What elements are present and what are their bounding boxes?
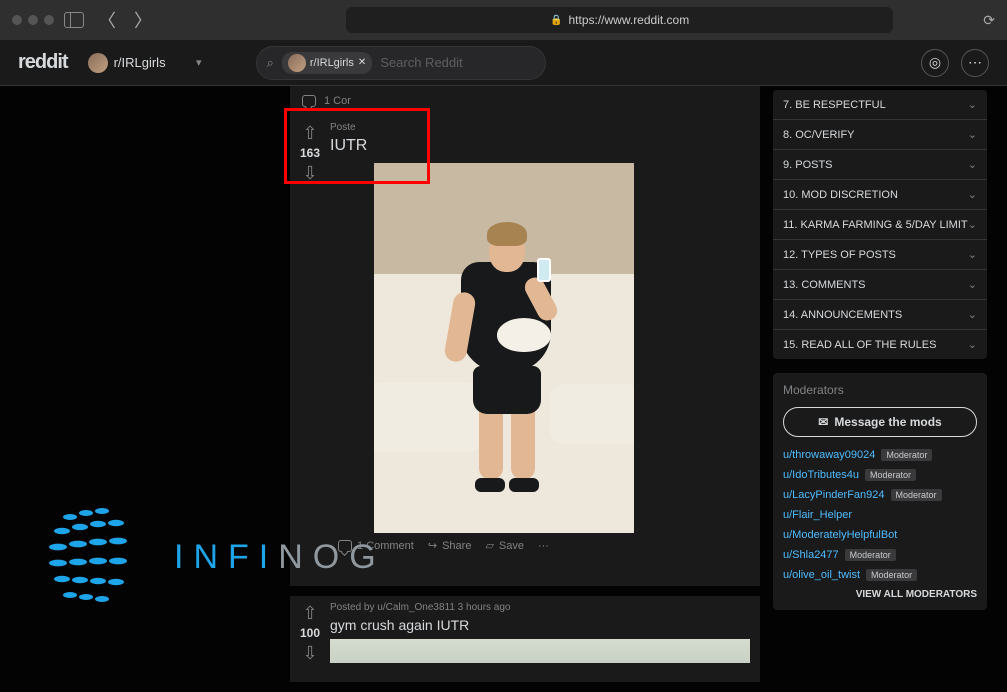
view-all-mods-link[interactable]: VIEW ALL MODERATORS bbox=[783, 589, 977, 600]
community-avatar-icon bbox=[88, 53, 108, 73]
search-icon: ⌕ bbox=[267, 55, 274, 71]
browser-toolbar: 〈 〉 🔒 https://www.reddit.com ⟳ bbox=[0, 0, 1007, 40]
rule-item[interactable]: 10. MOD DISCRETION⌄ bbox=[773, 180, 987, 210]
url-bar[interactable]: 🔒 https://www.reddit.com bbox=[346, 7, 893, 33]
chevron-down-icon: ⌄ bbox=[968, 308, 977, 321]
rule-item[interactable]: 12. TYPES OF POSTS⌄ bbox=[773, 240, 987, 270]
community-selector[interactable]: r/IRLgirls ▾ bbox=[82, 49, 242, 77]
rule-item[interactable]: 9. POSTS⌄ bbox=[773, 150, 987, 180]
share-button[interactable]: ↪ Share bbox=[428, 539, 472, 552]
mod-badge: Moderator bbox=[865, 469, 916, 481]
message-mods-button[interactable]: ✉ Message the mods bbox=[783, 407, 977, 437]
chevron-down-icon: ⌄ bbox=[968, 98, 977, 111]
chevron-down-icon: ⌄ bbox=[968, 248, 977, 261]
mod-row: u/throwaway09024 Moderator bbox=[783, 449, 977, 461]
scan-icon[interactable]: ◎ bbox=[921, 49, 949, 77]
bookmark-icon: ▱ bbox=[485, 539, 493, 552]
lock-icon: 🔒 bbox=[550, 15, 562, 26]
prev-comments: 1 Cor bbox=[324, 95, 351, 107]
save-button[interactable]: ▱ Save bbox=[485, 539, 524, 552]
post-title[interactable]: gym crush again IUTR bbox=[330, 617, 750, 633]
comment-icon bbox=[302, 95, 316, 107]
mod-link[interactable]: u/throwaway09024 bbox=[783, 449, 875, 461]
url-text: https://www.reddit.com bbox=[569, 13, 690, 27]
mod-row: u/IdoTributes4u Moderator bbox=[783, 469, 977, 481]
mod-link[interactable]: u/Flair_Helper bbox=[783, 509, 852, 521]
rule-item[interactable]: 7. BE RESPECTFUL⌄ bbox=[773, 90, 987, 120]
mod-link[interactable]: u/ModeratelyHelpfulBot bbox=[783, 529, 897, 541]
mod-badge: Moderator bbox=[845, 549, 896, 561]
site-header: reddit r/IRLgirls ▾ ⌕ r/IRLgirls ✕ Searc… bbox=[0, 40, 1007, 86]
mod-link[interactable]: u/olive_oil_twist bbox=[783, 569, 860, 581]
chip-avatar-icon bbox=[288, 54, 306, 72]
mail-icon: ✉ bbox=[818, 415, 828, 429]
watermark-globe-icon bbox=[40, 497, 160, 617]
rule-item[interactable]: 14. ANNOUNCEMENTS⌄ bbox=[773, 300, 987, 330]
chevron-down-icon: ▾ bbox=[196, 56, 202, 69]
close-icon[interactable]: ✕ bbox=[358, 57, 366, 68]
upvote-button[interactable]: ⇧ bbox=[302, 124, 317, 142]
mod-row: u/Shla2477 Moderator bbox=[783, 549, 977, 561]
nav-back-button[interactable]: 〈 bbox=[94, 7, 120, 33]
mod-row: u/Flair_Helper bbox=[783, 509, 977, 521]
rule-item[interactable]: 11. KARMA FARMING & 5/DAY LIMIT⌄ bbox=[773, 210, 987, 240]
nav-forward-button[interactable]: 〉 bbox=[130, 7, 156, 33]
mod-row: u/olive_oil_twist Moderator bbox=[783, 569, 977, 581]
post-image[interactable] bbox=[330, 639, 750, 663]
search-chip[interactable]: r/IRLgirls ✕ bbox=[282, 52, 372, 74]
rule-item[interactable]: 13. COMMENTS⌄ bbox=[773, 270, 987, 300]
search-placeholder: Search Reddit bbox=[380, 55, 462, 70]
downvote-button[interactable]: ⇩ bbox=[302, 164, 317, 182]
post-meta: Posted by u/Calm_One3811 3 hours ago bbox=[330, 602, 750, 613]
rule-item[interactable]: 15. READ ALL OF THE RULES⌄ bbox=[773, 330, 987, 359]
chevron-down-icon: ⌄ bbox=[968, 338, 977, 351]
share-icon: ↪ bbox=[428, 539, 437, 552]
mod-badge: Moderator bbox=[891, 489, 942, 501]
chevron-down-icon: ⌄ bbox=[968, 218, 977, 231]
mod-link[interactable]: u/IdoTributes4u bbox=[783, 469, 859, 481]
window-controls bbox=[12, 15, 54, 25]
prev-post-footer: 1 Cor bbox=[290, 86, 760, 116]
mods-title: Moderators bbox=[783, 383, 977, 397]
mod-link[interactable]: u/Shla2477 bbox=[783, 549, 839, 561]
chevron-down-icon: ⌄ bbox=[968, 128, 977, 141]
reddit-logo[interactable]: reddit bbox=[18, 51, 68, 74]
community-name: r/IRLgirls bbox=[114, 55, 166, 70]
sidebar-toggle-icon[interactable] bbox=[64, 12, 84, 28]
post-title[interactable]: IUTR bbox=[330, 137, 750, 155]
post-meta: Poste bbox=[330, 122, 750, 133]
rules-widget: 7. BE RESPECTFUL⌄ 8. OC/VERIFY⌄ 9. POSTS… bbox=[773, 90, 987, 359]
moderators-widget: Moderators ✉ Message the mods u/throwawa… bbox=[773, 373, 987, 610]
watermark: INFINOG bbox=[40, 497, 386, 617]
watermark-text: INFINOG bbox=[174, 538, 386, 577]
refresh-button[interactable]: ⟳ bbox=[983, 12, 995, 29]
rule-item[interactable]: 8. OC/VERIFY⌄ bbox=[773, 120, 987, 150]
chevron-down-icon: ⌄ bbox=[968, 278, 977, 291]
mod-row: u/LacyPinderFan924 Moderator bbox=[783, 489, 977, 501]
mod-row: u/ModeratelyHelpfulBot bbox=[783, 529, 977, 541]
post-score: 100 bbox=[300, 626, 320, 640]
post-image[interactable] bbox=[374, 163, 634, 533]
post-actions: 1 Comment ↪ Share ▱ Save ··· bbox=[330, 533, 750, 558]
mod-badge: Moderator bbox=[881, 449, 932, 461]
mod-badge: Moderator bbox=[866, 569, 917, 581]
chevron-down-icon: ⌄ bbox=[968, 158, 977, 171]
user-menu-icon[interactable]: ⋯ bbox=[961, 49, 989, 77]
mod-link[interactable]: u/LacyPinderFan924 bbox=[783, 489, 885, 501]
post-score: 163 bbox=[300, 146, 320, 160]
sidebar: 7. BE RESPECTFUL⌄ 8. OC/VERIFY⌄ 9. POSTS… bbox=[773, 90, 987, 610]
more-button[interactable]: ··· bbox=[538, 540, 549, 552]
search-input[interactable]: ⌕ r/IRLgirls ✕ Search Reddit bbox=[256, 46, 546, 80]
chevron-down-icon: ⌄ bbox=[968, 188, 977, 201]
